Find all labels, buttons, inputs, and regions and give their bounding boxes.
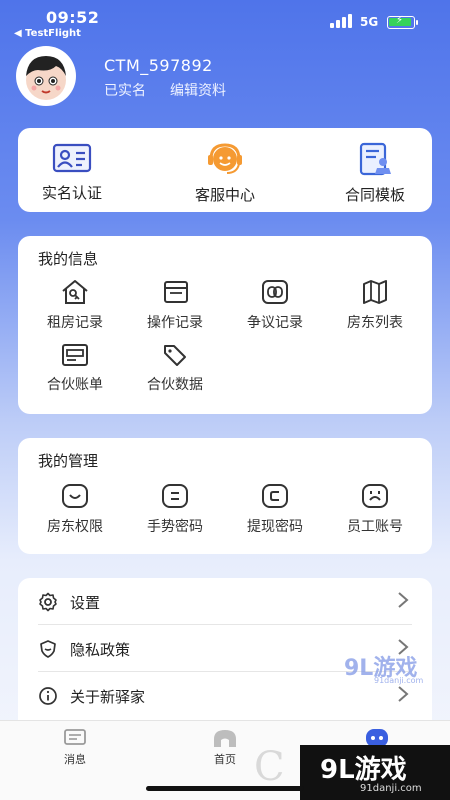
gear-icon: [39, 592, 57, 612]
watermark-logo: 9L游戏 91danji.com: [344, 650, 423, 685]
quick-actions-card: 实名认证 客服中心 合同模板: [18, 128, 432, 212]
withdraw-icon: [262, 484, 288, 508]
my-info-card: 我的信息 租房记录 操作记录 争议记录 房东列表 合伙账单 合伙数据: [18, 236, 432, 414]
gesture-icon: [162, 484, 188, 508]
list-item-label: 隐私政策: [70, 641, 131, 659]
edit-profile-link[interactable]: 编辑资料: [170, 80, 226, 100]
menu-item-withdraw-password[interactable]: 提现密码: [230, 482, 320, 536]
status-bar: 09:52 ◀ TestFlight 5G ⚡: [0, 0, 450, 44]
smile-icon: [62, 484, 88, 508]
menu-item-partner-data[interactable]: 合伙数据: [130, 342, 220, 394]
book-icon: [164, 281, 188, 303]
battery-icon: ⚡: [387, 15, 418, 29]
info-icon: [39, 687, 57, 705]
map-icon: [363, 280, 387, 304]
menu-item-label: 操作记录: [147, 315, 203, 331]
headset-icon: [208, 143, 242, 174]
menu-item-label: 员工账号: [347, 519, 403, 535]
section-title: 我的信息: [38, 250, 99, 268]
tab-label: 首页: [214, 753, 236, 766]
watermark-banner: 9L游戏 91danji.com: [300, 745, 450, 800]
quick-action-contract-template[interactable]: 合同模板: [315, 142, 435, 205]
menu-item-landlord-permission[interactable]: 房东权限: [30, 482, 120, 536]
dispute-icon: [262, 280, 288, 304]
menu-item-dispute-records[interactable]: 争议记录: [230, 278, 320, 332]
tab-label: 消息: [64, 753, 86, 766]
staff-icon: [362, 484, 388, 508]
menu-item-label: 租房记录: [47, 315, 103, 331]
back-to-testflight-link[interactable]: ◀ TestFlight: [14, 28, 81, 39]
id-card-icon: [52, 143, 92, 173]
menu-item-label: 房东权限: [47, 519, 103, 535]
chevron-right-icon: [398, 686, 409, 702]
quick-action-customer-service[interactable]: 客服中心: [165, 142, 285, 205]
message-icon: [64, 729, 86, 745]
menu-item-label: 房东列表: [347, 315, 403, 331]
menu-item-label: 争议记录: [247, 315, 303, 331]
quick-action-label: 客服中心: [194, 186, 255, 204]
username: CTM_597892: [104, 56, 213, 75]
network-type: 5G: [360, 15, 379, 29]
avatar[interactable]: [16, 46, 76, 106]
watermark-domain: 91danji.com: [360, 783, 422, 794]
menu-item-label: 合伙数据: [147, 377, 203, 393]
signal-icon: [330, 14, 352, 28]
shield-icon: [40, 640, 56, 658]
list-item-label: 设置: [70, 594, 101, 612]
status-time: 09:52: [46, 8, 100, 27]
section-title: 我的管理: [38, 452, 99, 470]
menu-item-operation-records[interactable]: 操作记录: [130, 278, 220, 332]
list-item-settings[interactable]: 设置: [18, 578, 432, 625]
menu-item-label: 手势密码: [147, 519, 203, 535]
list-item-label: 关于新驿家: [70, 688, 146, 706]
tag-icon: [164, 345, 186, 366]
menu-item-landlord-list[interactable]: 房东列表: [330, 278, 420, 332]
menu-item-rental-records[interactable]: 租房记录: [30, 278, 120, 332]
menu-item-staff-account[interactable]: 员工账号: [330, 482, 420, 536]
menu-item-label: 提现密码: [247, 519, 303, 535]
tab-messages[interactable]: 消息: [35, 727, 115, 767]
quick-action-real-name[interactable]: 实名认证: [12, 142, 132, 203]
menu-item-label: 合伙账单: [47, 377, 103, 393]
quick-action-label: 合同模板: [344, 186, 405, 204]
menu-item-gesture-password[interactable]: 手势密码: [130, 482, 220, 536]
verified-status: 已实名: [104, 83, 146, 99]
house-key-icon: [62, 280, 88, 304]
quick-action-label: 实名认证: [41, 184, 102, 202]
home-icon: [214, 730, 236, 747]
watermark-brand: 9L游戏: [320, 755, 407, 785]
contract-icon: [359, 142, 391, 176]
my-management-card: 我的管理 房东权限 手势密码 提现密码 员工账号: [18, 438, 432, 554]
menu-item-partner-bill[interactable]: 合伙账单: [30, 342, 120, 394]
chevron-right-icon: [398, 592, 409, 608]
home-indicator: [146, 786, 304, 791]
tab-home[interactable]: 首页: [185, 727, 265, 767]
watermark-domain: 91danji.com: [374, 676, 424, 685]
bill-icon: [62, 344, 88, 366]
